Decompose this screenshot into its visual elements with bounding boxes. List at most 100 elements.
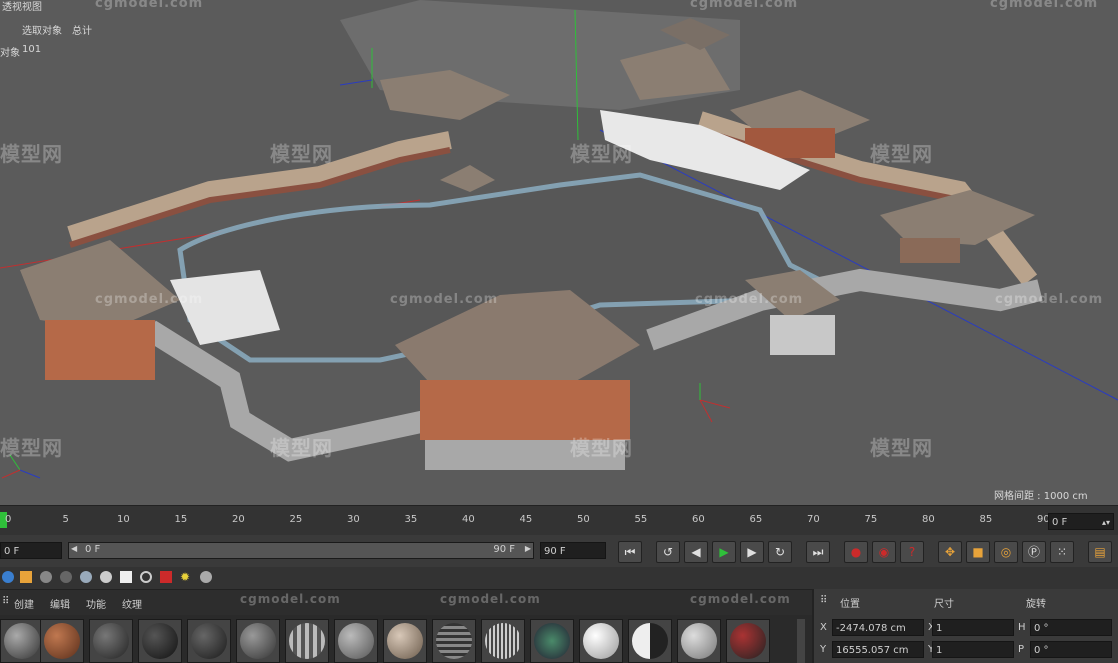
material-swatch[interactable]: [628, 619, 672, 663]
autokey-button[interactable]: ◉: [872, 541, 896, 563]
keyframe-selection-button[interactable]: ?: [900, 541, 924, 563]
next-key-button[interactable]: ↻: [768, 541, 792, 563]
texture-icon[interactable]: [20, 571, 32, 583]
go-to-end-button[interactable]: ⏭: [806, 541, 830, 563]
record-icon[interactable]: [160, 571, 172, 583]
material-swatch[interactable]: [677, 619, 721, 663]
end-frame-field[interactable]: 90 F: [540, 542, 606, 559]
material-swatch[interactable]: [236, 619, 280, 663]
rotate-key-button[interactable]: ◎: [994, 541, 1018, 563]
timeline-tick: 60: [692, 514, 705, 525]
size-y-field[interactable]: 1: [932, 641, 1014, 658]
light-icon[interactable]: ✹: [180, 571, 192, 583]
start-frame-field[interactable]: 0 F: [0, 542, 62, 559]
watermark: 模型网: [870, 436, 933, 460]
scale-key-button[interactable]: ■: [966, 541, 990, 563]
scene-render: [0, 0, 1118, 479]
watermark: 模型网: [270, 142, 333, 166]
parameter-key-button[interactable]: Ⓟ: [1022, 541, 1046, 563]
record-keyframe-button[interactable]: ●: [844, 541, 868, 563]
menu-texture[interactable]: 纹理: [122, 596, 142, 611]
size-x-field[interactable]: 1: [932, 619, 1014, 636]
material-swatch[interactable]: [481, 619, 525, 663]
rotation-h-field[interactable]: 0 °: [1030, 619, 1112, 636]
shader-icon[interactable]: [120, 571, 132, 583]
menu-function[interactable]: 功能: [86, 596, 106, 611]
rotation-p-field[interactable]: 0 °: [1030, 641, 1112, 658]
rotation-p-value: 0 °: [1034, 645, 1049, 656]
end-frame-value: 90 F: [544, 546, 566, 557]
previous-frame-button[interactable]: ◀: [684, 541, 708, 563]
shader-icon[interactable]: [60, 571, 72, 583]
viewport-title: 透视视图: [2, 2, 42, 13]
watermark: cgmodel.com: [95, 292, 204, 307]
timeline-tick: 35: [404, 514, 418, 525]
menu-create[interactable]: 创建: [14, 596, 34, 611]
material-swatch[interactable]: [138, 619, 182, 663]
watermark: 模型网: [870, 142, 933, 166]
play-button[interactable]: ▶: [712, 541, 736, 563]
shader-icon[interactable]: [40, 571, 52, 583]
material-swatch[interactable]: [40, 619, 84, 663]
stats-header-selected: 选取对象: [22, 26, 62, 37]
timeline-tick: 65: [749, 514, 763, 525]
timeline-ruler[interactable]: 0 5 10 15 20 25 30 35 40 45 50 55 60 65 70 75 80 85 90 0 F…: [0, 505, 1118, 536]
position-x-value: -2474.078 cm: [836, 623, 906, 634]
timeline-tick: 75: [864, 514, 878, 525]
watermark: 模型网: [270, 436, 333, 460]
p-label: P: [1018, 644, 1025, 655]
size-y-value: 1: [936, 645, 943, 656]
next-frame-button[interactable]: ▶: [740, 541, 764, 563]
timeline-tick: 40: [462, 514, 475, 525]
watermark: 模型网: [570, 142, 633, 166]
start-frame-value: 0 F: [4, 546, 20, 557]
material-icon[interactable]: [2, 571, 14, 583]
frame-range-slider[interactable]: ◀ 0 F 90 F ▶: [68, 542, 534, 559]
move-key-button[interactable]: ✥: [938, 541, 962, 563]
watermark: 模型网: [0, 142, 63, 166]
current-frame-field[interactable]: 0 F ▴▾: [1048, 513, 1114, 530]
watermark: cgmodel.com: [440, 592, 541, 606]
spinner-icon: ▴▾: [1101, 518, 1110, 527]
material-swatch[interactable]: [0, 619, 44, 663]
watermark: cgmodel.com: [690, 592, 791, 606]
timeline-tick: 10: [117, 514, 130, 525]
coordinates-panel: ⠿ 位置 尺寸 旋转 X -2474.078 cm Y 16555.057 cm…: [812, 589, 1118, 663]
material-manager: [0, 615, 812, 663]
material-swatch[interactable]: [187, 619, 231, 663]
shader-icon[interactable]: [140, 571, 152, 583]
material-swatch[interactable]: [285, 619, 329, 663]
point-level-button[interactable]: ⁙: [1050, 541, 1074, 563]
rotation-h-value: 0 °: [1034, 623, 1049, 634]
material-swatch[interactable]: [334, 619, 378, 663]
timeline-tick: 50: [577, 514, 590, 525]
material-swatch[interactable]: [726, 619, 770, 663]
y-label: Y: [820, 644, 827, 655]
timeline-tick: 15: [174, 514, 188, 525]
timeline-tick: 0: [5, 514, 12, 525]
material-swatch[interactable]: [432, 619, 476, 663]
watermark: 模型网: [0, 436, 63, 460]
shader-icon[interactable]: [200, 571, 212, 583]
x-label: X: [820, 622, 827, 633]
slider-left-arrow-icon: ◀: [71, 544, 78, 553]
watermark: cgmodel.com: [390, 292, 499, 307]
material-swatch[interactable]: [89, 619, 133, 663]
shader-icon[interactable]: [80, 571, 92, 583]
go-to-start-button[interactable]: ⏮: [618, 541, 642, 563]
header-rotation: 旋转: [1026, 599, 1046, 610]
3d-viewport[interactable]: 透视视图 选取对象 总计 对象 101 网格间距 : 1000 cm 模型网 模…: [0, 0, 1118, 505]
material-scrollbar[interactable]: [797, 619, 805, 663]
position-x-field[interactable]: -2474.078 cm: [832, 619, 924, 636]
position-y-field[interactable]: 16555.057 cm: [832, 641, 924, 658]
shader-icon[interactable]: [100, 571, 112, 583]
film-strip-icon[interactable]: ▤: [1088, 541, 1112, 563]
watermark: cgmodel.com: [240, 592, 341, 606]
menu-edit[interactable]: 编辑: [50, 596, 70, 611]
previous-key-button[interactable]: ↺: [656, 541, 680, 563]
material-swatch[interactable]: [579, 619, 623, 663]
h-label: H: [1018, 622, 1026, 633]
material-swatch[interactable]: [530, 619, 574, 663]
range-start-label: 0 F: [85, 544, 101, 555]
material-swatch[interactable]: [383, 619, 427, 663]
